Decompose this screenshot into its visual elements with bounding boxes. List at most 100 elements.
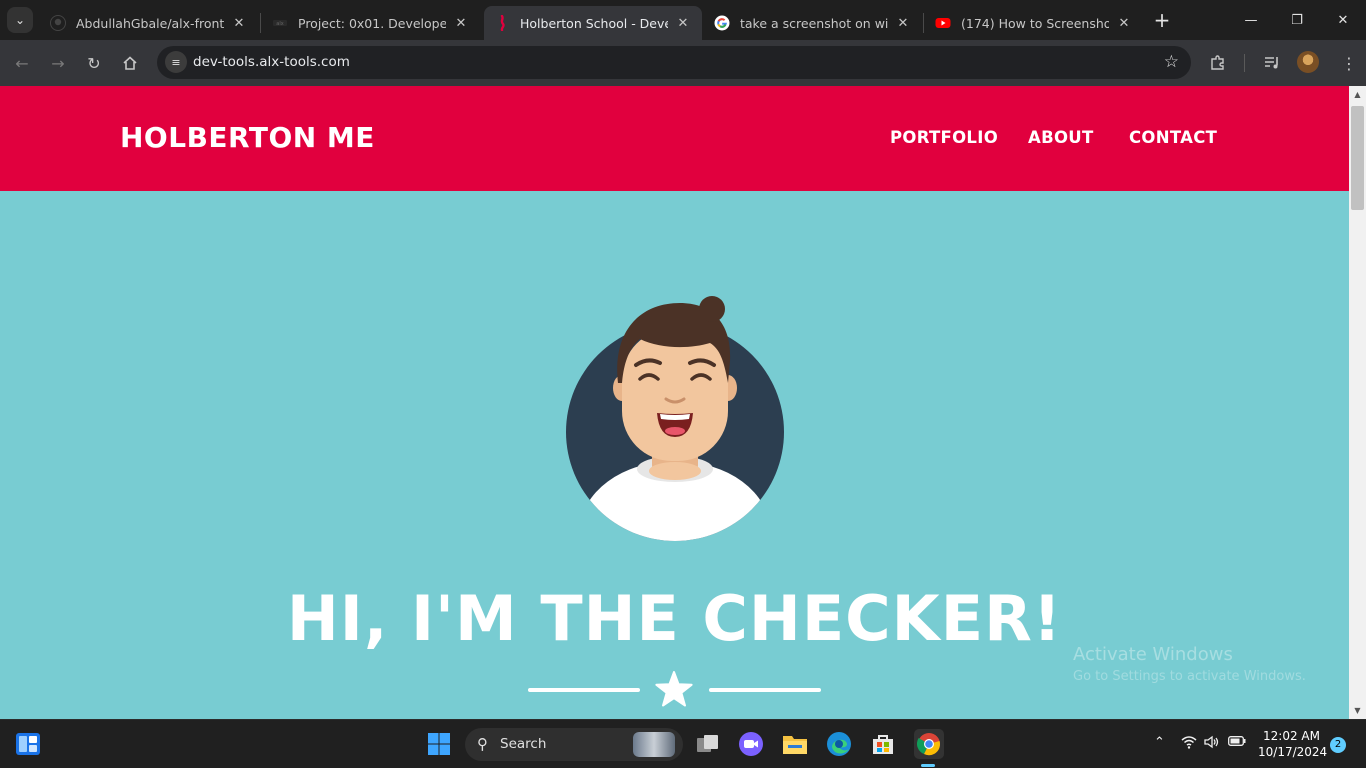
tab-title: (174) How to Screenshot on	[961, 15, 1109, 31]
nav-about[interactable]: ABOUT	[1028, 128, 1094, 147]
checker-avatar	[566, 296, 784, 541]
reload-icon: ↻	[87, 53, 101, 73]
minimize-button[interactable]: —	[1228, 0, 1274, 40]
tab-search-button[interactable]: ⌄	[7, 7, 33, 33]
divider-line	[709, 688, 821, 692]
windows-taskbar: ⚲ Search ⌃ 12:02 AM 10/17/2024 2	[0, 719, 1366, 768]
restore-icon: ❐	[1291, 12, 1303, 28]
star-icon	[655, 671, 693, 707]
activate-windows-subtitle: Go to Settings to activate Windows.	[1073, 669, 1306, 684]
battery-icon[interactable]	[1228, 735, 1246, 751]
clock-date: 10/17/2024	[1258, 745, 1328, 759]
alx-icon: alx	[272, 15, 288, 31]
plus-icon: +	[1153, 8, 1171, 32]
chrome-menu-button[interactable]: ⋮	[1336, 50, 1362, 76]
store-icon	[873, 735, 893, 754]
extensions-button[interactable]	[1205, 50, 1231, 76]
arrow-right-icon: →	[51, 53, 65, 73]
scroll-down-arrow[interactable]: ▼	[1349, 702, 1366, 719]
puzzle-icon	[1211, 55, 1224, 70]
media-controls-button[interactable]	[1259, 50, 1285, 76]
search-icon: ⚲	[477, 735, 488, 753]
reload-button[interactable]: ↻	[81, 50, 107, 76]
store-button[interactable]	[869, 730, 897, 758]
tab-project[interactable]: alx Project: 0x01. Developer tools ✕	[262, 6, 480, 40]
close-icon[interactable]: ✕	[894, 16, 912, 31]
video-chat-icon	[739, 732, 763, 756]
task-view-icon	[697, 735, 718, 752]
activate-windows-title: Activate Windows	[1073, 644, 1233, 665]
star-divider	[528, 671, 822, 707]
teams-meet-button[interactable]	[737, 730, 765, 758]
github-icon	[50, 15, 66, 31]
tab-title: Holberton School - Developer	[520, 15, 668, 31]
edge-button[interactable]	[825, 730, 853, 758]
profile-avatar[interactable]	[1297, 51, 1319, 73]
tab-holberton[interactable]: Holberton School - Developer ✕	[484, 6, 702, 40]
tab-strip: ⌄ AbdullahGbale/alx-frontend ✕ alx Proje…	[0, 0, 1366, 40]
tray-overflow-icon[interactable]: ⌃	[1154, 735, 1165, 750]
divider-line	[528, 688, 640, 692]
close-icon: ✕	[1337, 12, 1349, 28]
home-button[interactable]	[117, 50, 143, 76]
forward-button[interactable]: →	[45, 50, 71, 76]
nav-contact[interactable]: CONTACT	[1129, 128, 1217, 147]
taskbar-search[interactable]: ⚲ Search	[465, 728, 683, 761]
page-viewport: HOLBERTON ME PORTFOLIO ABOUT CONTACT HI,…	[0, 86, 1349, 719]
svg-text:alx: alx	[276, 21, 283, 27]
tab-title: Project: 0x01. Developer tools	[298, 15, 446, 31]
address-bar[interactable]: ≡ dev-tools.alx-tools.com ☆	[157, 46, 1191, 79]
close-icon[interactable]: ✕	[452, 16, 470, 31]
scrollbar-thumb[interactable]	[1351, 106, 1364, 210]
task-view-button[interactable]	[694, 730, 722, 758]
search-highlight-image	[633, 732, 675, 757]
tab-title: AbdullahGbale/alx-frontend	[76, 15, 224, 31]
edge-icon	[827, 732, 851, 756]
file-explorer-button[interactable]	[781, 730, 809, 758]
widgets-icon	[16, 733, 40, 755]
chrome-icon	[917, 733, 940, 756]
system-clock[interactable]: 12:02 AM 10/17/2024	[1258, 728, 1328, 760]
tab-separator	[260, 13, 261, 33]
tab-youtube[interactable]: (174) How to Screenshot on ✕	[925, 6, 1143, 40]
bookmark-star-icon[interactable]: ☆	[1164, 52, 1179, 72]
google-icon	[714, 15, 730, 31]
more-vertical-icon: ⋮	[1341, 53, 1357, 73]
site-navbar: HOLBERTON ME PORTFOLIO ABOUT CONTACT	[0, 86, 1349, 191]
notification-badge[interactable]: 2	[1330, 737, 1346, 753]
url-text: dev-tools.alx-tools.com	[193, 54, 350, 70]
back-button[interactable]: ←	[9, 50, 35, 76]
site-info-icon[interactable]: ≡	[165, 51, 187, 73]
chrome-taskbar-button[interactable]	[914, 729, 944, 759]
volume-icon[interactable]	[1204, 735, 1220, 753]
chevron-down-icon: ⌄	[14, 13, 26, 27]
arrow-left-icon: ←	[15, 53, 29, 73]
window-close-button[interactable]: ✕	[1320, 0, 1366, 40]
tab-google[interactable]: take a screenshot on windows ✕	[704, 6, 922, 40]
browser-toolbar: ← → ↻ ≡ dev-tools.alx-tools.com ☆ ⋮	[0, 40, 1366, 86]
search-label: Search	[500, 736, 547, 752]
restore-button[interactable]: ❐	[1274, 0, 1320, 40]
tab-title: take a screenshot on windows	[740, 15, 888, 31]
new-tab-button[interactable]: +	[1151, 9, 1173, 31]
nav-portfolio[interactable]: PORTFOLIO	[890, 128, 998, 147]
media-queue-icon	[1265, 57, 1278, 69]
wifi-icon[interactable]	[1181, 735, 1197, 753]
home-icon	[123, 56, 137, 70]
active-app-indicator	[921, 764, 935, 767]
close-icon[interactable]: ✕	[1115, 16, 1133, 31]
site-brand[interactable]: HOLBERTON ME	[120, 121, 375, 154]
start-button[interactable]	[425, 730, 453, 758]
widgets-button[interactable]	[14, 730, 42, 758]
tab-github[interactable]: AbdullahGbale/alx-frontend ✕	[40, 6, 258, 40]
tab-separator	[923, 13, 924, 33]
toolbar-separator	[1244, 54, 1245, 72]
close-icon[interactable]: ✕	[674, 16, 692, 31]
page-scrollbar[interactable]: ▲ ▼	[1349, 86, 1366, 719]
youtube-icon	[935, 15, 951, 31]
close-icon[interactable]: ✕	[230, 16, 248, 31]
scroll-up-arrow[interactable]: ▲	[1349, 86, 1366, 103]
folder-icon	[783, 736, 807, 754]
windows-logo-icon	[428, 733, 450, 755]
minimize-icon: —	[1244, 12, 1258, 28]
